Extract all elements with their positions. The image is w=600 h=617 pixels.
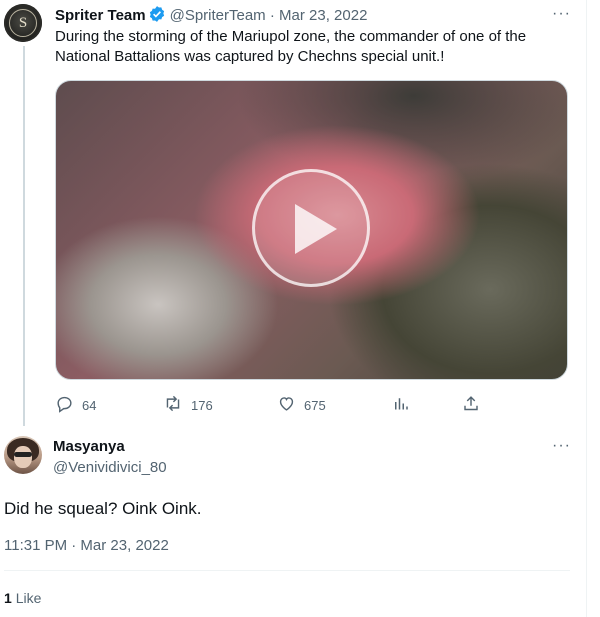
- views-icon: [392, 394, 410, 416]
- reply-icon: [55, 394, 74, 416]
- column-border: [586, 0, 587, 617]
- like-count: 675: [304, 397, 326, 413]
- avatar-masyanya[interactable]: [4, 436, 42, 474]
- reply-more-icon[interactable]: ···: [552, 437, 571, 455]
- author-name[interactable]: Spriter Team: [55, 7, 146, 24]
- tweet-text: During the storming of the Mariupol zone…: [55, 28, 527, 65]
- author-handle[interactable]: @SpriterTeam: [170, 7, 266, 24]
- reply-count: 64: [82, 397, 97, 413]
- tweet-header: Spriter Team @SpriterTeam · Mar 23, 2022: [55, 5, 367, 29]
- divider: [4, 570, 570, 571]
- views-action[interactable]: [392, 394, 410, 416]
- share-icon: [462, 394, 480, 416]
- play-icon[interactable]: [252, 169, 370, 287]
- avatar-face: [14, 446, 32, 468]
- video-media[interactable]: [55, 80, 568, 380]
- like-icon: [277, 394, 296, 416]
- avatar-letter: S: [9, 9, 37, 37]
- retweet-icon: [163, 394, 183, 416]
- retweet-action[interactable]: 176: [163, 394, 213, 416]
- verified-badge-icon: [148, 5, 166, 29]
- reply-text: Did he squeal? Oink Oink.: [4, 499, 202, 518]
- reply-author-handle[interactable]: @Venividivici_80: [53, 458, 167, 478]
- more-icon[interactable]: ···: [552, 5, 571, 23]
- header-separator: ·: [269, 7, 275, 24]
- retweet-count: 176: [191, 397, 213, 413]
- like-action[interactable]: 675: [277, 394, 326, 416]
- avatar-spriter-team[interactable]: S: [4, 4, 42, 42]
- tweet-date[interactable]: Mar 23, 2022: [279, 7, 367, 24]
- thread-connector-line: [23, 46, 25, 426]
- reply-timestamp[interactable]: 11:31 PM · Mar 23, 2022: [4, 536, 169, 556]
- likes-summary[interactable]: 1 Like: [4, 589, 41, 607]
- reply-author-name[interactable]: Masyanya: [53, 437, 125, 457]
- share-action[interactable]: [462, 394, 480, 416]
- reply-action[interactable]: 64: [55, 394, 96, 416]
- likes-label: Like: [15, 590, 42, 606]
- likes-number: 1: [4, 590, 12, 606]
- avatar-glasses: [14, 452, 32, 457]
